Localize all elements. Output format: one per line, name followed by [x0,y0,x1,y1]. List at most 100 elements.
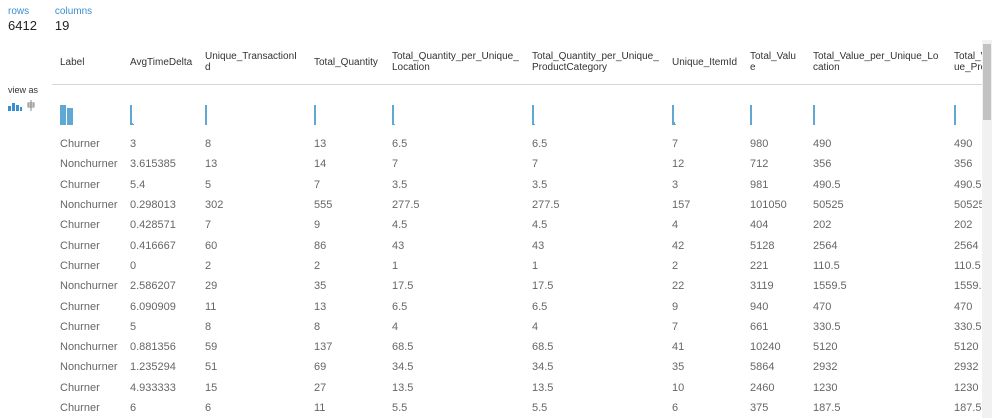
table-cell: Churner [60,219,100,232]
table-cell: 404 [750,219,769,232]
column-histogram[interactable] [524,85,664,135]
table-cell: 6.5 [392,138,408,151]
table-row: Churner 0.428571 7 9 4.5 4.5 4 404 202 202 [52,215,982,235]
histogram-bar [314,105,316,125]
table-cell: 0 [130,259,137,272]
table-cell: 5120 [954,341,979,354]
column-histogram[interactable] [664,85,742,135]
table-cell: 0.881356 [130,341,176,354]
table-cell: 277.5 [392,199,420,212]
table-cell: 1.235294 [130,361,176,374]
column-header[interactable]: Label [52,40,122,85]
table-cell: 3.5 [532,178,548,191]
table-cell: Churner [60,178,100,191]
table-cell: 4.5 [392,219,408,232]
table-cell: 4.933333 [130,381,176,394]
histogram-bar [67,108,73,125]
header-row: Label AvgTimeDelta Unique_TransactionId Tot… [52,40,982,85]
column-header[interactable]: Total_Value_per_Unique_Location [805,40,946,85]
table-cell: 5.4 [130,178,146,191]
table-cell: 50525 [813,199,844,212]
table-cell: 1230 [813,381,838,394]
table-cell: Nonchurner [60,361,118,374]
table-cell: 3 [672,178,679,191]
table-cell: 6 [672,402,679,414]
scrollbar-thumb[interactable] [983,44,991,120]
table-cell: 13.5 [532,381,554,394]
column-header[interactable]: Total_Quantity_per_Unique_Location [384,40,524,85]
table-cell: 1 [532,259,539,272]
table-cell: 490 [954,138,973,151]
column-header[interactable]: Total_Value_per_Unique_ProductCategory [946,40,982,85]
view-as-panel: view as [8,85,48,116]
column-header[interactable]: Unique_ItemId [664,40,742,85]
histogram-bar [534,124,535,125]
table-cell: 302 [205,199,224,212]
rows-value: 6412 [8,18,37,33]
table-row: Churner 0.416667 60 86 43 43 42 5128 2564 2564 [52,235,982,255]
table-cell: 2932 [954,361,979,374]
table-cell: 6.5 [532,138,548,151]
table-cell: 6.5 [532,300,548,313]
table-cell: 68.5 [532,341,554,354]
rows-stat: rows 6412 [8,6,37,34]
table-cell: 7 [672,320,679,333]
table-cell: Churner [60,320,100,333]
table-cell: 13 [314,138,327,151]
stats-bar: rows 6412 columns 19 [8,6,92,34]
column-header[interactable]: Total_Value [742,40,805,85]
table-cell: 13.5 [392,381,414,394]
histogram-bar [750,105,752,125]
table-cell: 0.298013 [130,199,176,212]
table-cell: 35 [314,280,327,293]
table-row: Churner 4.933333 15 27 13.5 13.5 10 2460 1230 123… [52,378,982,398]
table-cell: 5.5 [532,402,548,414]
table-cell: Churner [60,239,100,252]
boxplot-icon[interactable] [27,98,35,116]
table-cell: 0.428571 [130,219,176,232]
histogram-icon[interactable] [8,98,22,116]
table-cell: 5128 [750,239,775,252]
histogram-bar [675,124,676,125]
column-header[interactable]: AvgTimeDelta [122,40,197,85]
column-histogram[interactable] [946,85,982,135]
column-header[interactable]: Total_Quantity [306,40,384,85]
table-cell: 15 [205,381,218,394]
table-row: Churner 5 8 8 4 4 7 661 330.5 330.5 [52,317,982,337]
column-histogram[interactable] [805,85,946,135]
histogram-bar [205,105,207,125]
column-header[interactable]: Total_Quantity_per_Unique_ProductCategor… [524,40,664,85]
data-table: Label AvgTimeDelta Unique_TransactionId Tot… [52,40,982,418]
table-cell: 35 [672,361,685,374]
column-histogram[interactable] [384,85,524,135]
table-cell: 9 [672,300,679,313]
column-histogram[interactable] [742,85,805,135]
table-cell: 6.090909 [130,300,176,313]
table-cell: 356 [954,158,973,171]
column-histogram[interactable] [122,85,197,135]
table-cell: Churner [60,138,100,151]
table-cell: 86 [314,239,327,252]
table-cell: 202 [954,219,973,232]
table-cell: 68.5 [392,341,414,354]
table-row: Churner 3 8 13 6.5 6.5 7 980 490 490 [52,134,982,154]
table-cell: 202 [813,219,832,232]
table-row: Nonchurner 1.235294 51 69 34.5 34.5 35 5864 2932… [52,357,982,377]
columns-label: columns [54,6,93,17]
table-cell: 34.5 [532,361,554,374]
table-cell: 2564 [813,239,838,252]
table-cell: 375 [750,402,769,414]
column-histogram[interactable] [306,85,384,135]
column-histogram[interactable] [52,85,122,135]
table-cell: 940 [750,300,769,313]
table-cell: 470 [954,300,973,313]
table-cell: 6 [205,402,212,414]
table-cell: 3119 [750,280,774,293]
table-cell: 5120 [813,341,838,354]
vertical-scrollbar[interactable] [982,40,992,418]
column-histogram[interactable] [197,85,306,135]
histogram-bar [60,105,66,125]
histogram-bar [392,105,394,125]
column-header[interactable]: Unique_TransactionId [197,40,306,85]
table-cell: 2 [205,259,212,272]
